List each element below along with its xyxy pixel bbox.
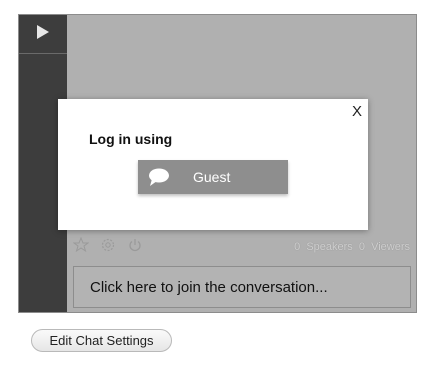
join-conversation-input[interactable]: Click here to join the conversation... xyxy=(73,266,411,308)
participant-counts: 0 Speakers 0 Viewers xyxy=(291,241,410,253)
viewers-label: Viewers xyxy=(371,241,410,253)
play-icon xyxy=(37,25,49,39)
modal-title: Log in using xyxy=(89,131,173,147)
speakers-label: Speakers xyxy=(306,241,353,253)
guest-login-button[interactable]: Guest xyxy=(138,160,288,194)
play-button[interactable] xyxy=(19,15,67,54)
speakers-count: 0 xyxy=(294,241,301,253)
speech-bubble-icon xyxy=(149,168,169,186)
guest-label: Guest xyxy=(193,169,231,185)
power-icon[interactable] xyxy=(127,237,143,253)
edit-chat-settings-button[interactable]: Edit Chat Settings xyxy=(31,329,172,352)
viewers-count: 0 xyxy=(358,241,365,253)
login-modal: X Log in using Guest xyxy=(58,99,368,230)
pin-icon[interactable] xyxy=(72,236,90,253)
gear-icon[interactable] xyxy=(100,237,116,253)
close-button[interactable]: X xyxy=(352,104,362,120)
